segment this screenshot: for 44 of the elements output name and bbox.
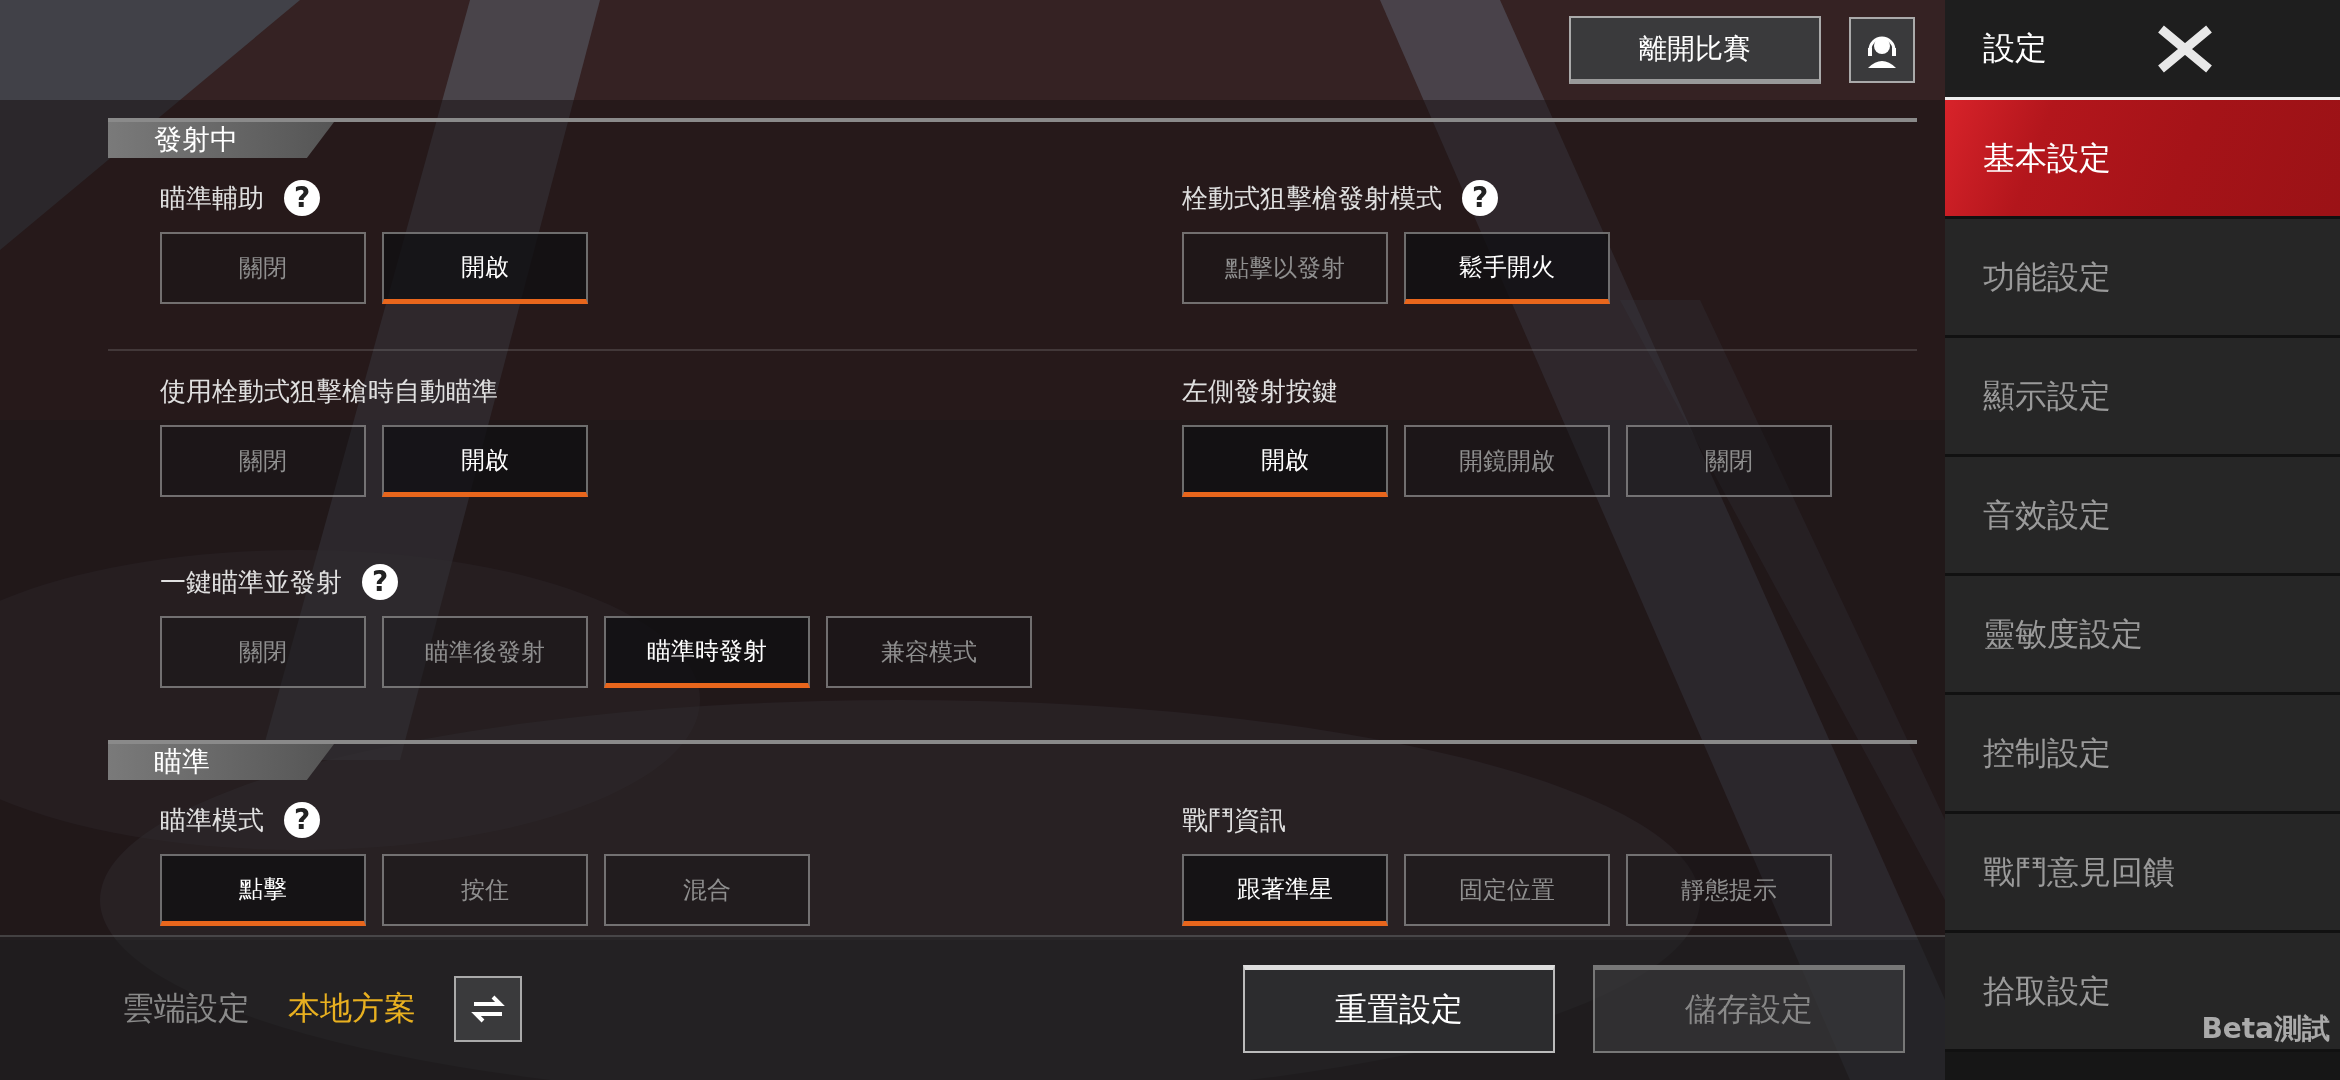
sidebar-item[interactable]: 戰鬥意見回饋 <box>1945 814 2340 933</box>
option-button[interactable]: 開啟 <box>382 425 588 497</box>
option-button[interactable]: 關閉 <box>1626 425 1832 497</box>
headset-icon[interactable] <box>1849 17 1915 83</box>
setting-label: 瞄準輔助 <box>160 181 264 215</box>
section-header: 瞄準 <box>108 744 334 780</box>
action-button[interactable]: 重置設定 <box>1243 964 1555 1053</box>
option-button[interactable]: 按住 <box>382 854 588 926</box>
option-button[interactable]: 靜態提示 <box>1626 854 1832 926</box>
option-button[interactable]: 兼容模式 <box>826 616 1032 688</box>
sidebar-item[interactable]: 功能設定 <box>1945 219 2340 338</box>
option-button[interactable]: 開啟 <box>1182 425 1388 497</box>
option-button[interactable]: 開啟 <box>382 232 588 304</box>
sidebar-item[interactable]: 基本設定 <box>1945 100 2340 219</box>
setting-label: 左側發射按鍵 <box>1182 374 1338 408</box>
option-button[interactable]: 關閉 <box>160 616 366 688</box>
option-button[interactable]: 點擊以發射 <box>1182 232 1388 304</box>
sidebar-item[interactable]: 靈敏度設定 <box>1945 576 2340 695</box>
option-button[interactable]: 瞄準時發射 <box>604 616 810 688</box>
option-button[interactable]: 瞄準後發射 <box>382 616 588 688</box>
option-button[interactable]: 固定位置 <box>1404 854 1610 926</box>
sidebar-item[interactable]: 音效設定 <box>1945 457 2340 576</box>
setting-label: 戰鬥資訊 <box>1182 803 1286 837</box>
sidebar-item[interactable]: 控制設定 <box>1945 695 2340 814</box>
option-button[interactable]: 點擊 <box>160 854 366 926</box>
sidebar-title: 設定 <box>1983 27 2047 69</box>
leave-match-button[interactable]: 離開比賽 <box>1569 16 1821 84</box>
section-header: 發射中 <box>108 122 334 158</box>
sidebar-item[interactable]: 顯示設定 <box>1945 338 2340 457</box>
preset-tab[interactable]: 本地方案 <box>288 986 416 1031</box>
option-button[interactable]: 關閉 <box>160 232 366 304</box>
swap-icon[interactable] <box>454 975 522 1042</box>
beta-label: Beta測試 <box>2201 1011 2330 1047</box>
setting-label: 使用栓動式狙擊槍時自動瞄準 <box>160 374 498 408</box>
preset-tab[interactable]: 雲端設定 <box>122 986 250 1031</box>
option-button[interactable]: 開鏡開啟 <box>1404 425 1610 497</box>
option-button[interactable]: 混合 <box>604 854 810 926</box>
option-button[interactable]: 鬆手開火 <box>1404 232 1610 304</box>
setting-label: 一鍵瞄準並發射 <box>160 565 342 599</box>
option-button[interactable]: 關閉 <box>160 425 366 497</box>
setting-label: 瞄準模式 <box>160 803 264 837</box>
close-icon[interactable] <box>2157 24 2213 73</box>
setting-label: 栓動式狙擊槍發射模式 <box>1182 181 1442 215</box>
option-button[interactable]: 跟著準星 <box>1182 854 1388 926</box>
